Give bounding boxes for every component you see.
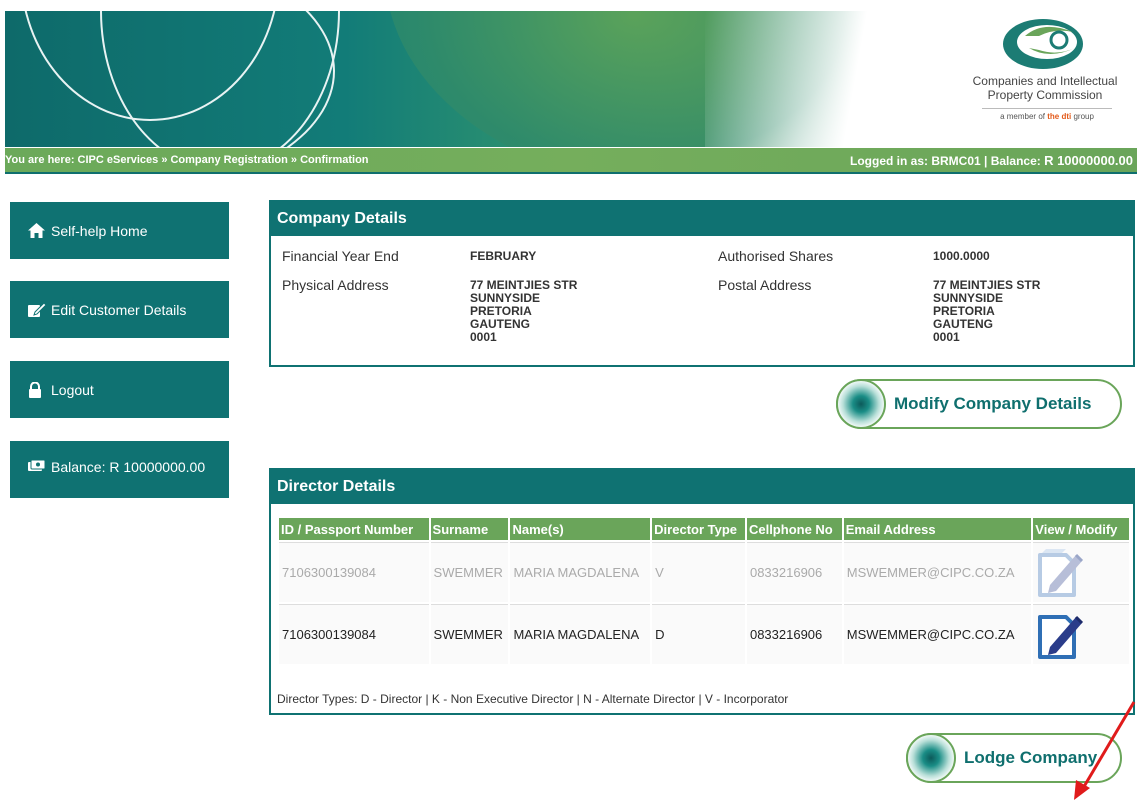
director-type-cell: V — [652, 542, 745, 602]
view-modify-cell — [1033, 604, 1129, 664]
cellphone-cell: 0833216906 — [746, 604, 842, 664]
edit-icon — [28, 301, 48, 318]
cipc-logo[interactable]: Companies and Intellectual Property Comm… — [960, 14, 1130, 144]
director-details-title: Director Details — [271, 470, 1133, 504]
column-header[interactable]: Surname — [430, 518, 509, 540]
divider — [5, 172, 1137, 174]
money-icon — [28, 459, 48, 473]
logo-text-line2: Property Commission — [987, 88, 1103, 102]
column-header[interactable]: Email Address — [843, 518, 1032, 540]
breadcrumb-bar: You are here: CIPC eServices » Company R… — [5, 148, 1137, 174]
edit-customer-details-button[interactable]: Edit Customer Details — [10, 281, 229, 338]
names-cell: MARIA MAGDALENA — [510, 604, 651, 664]
surname-cell: SWEMMER — [430, 542, 509, 602]
logout-button[interactable]: Logout — [10, 361, 229, 418]
self-help-home-label: Self-help Home — [51, 222, 148, 239]
annotation-arrow-icon — [1074, 701, 1136, 800]
breadcrumb[interactable]: You are here: CIPC eServices » Company R… — [5, 154, 369, 166]
physical-address-label: Physical Address — [282, 277, 389, 293]
financial-year-end-value: FEBRUARY — [470, 249, 537, 263]
balance-button[interactable]: Balance: R 10000000.00 — [10, 441, 229, 498]
financial-year-end-label: Financial Year End — [282, 248, 399, 264]
column-header[interactable]: View / Modify — [1033, 518, 1129, 540]
cellphone-cell: 0833216906 — [746, 542, 842, 602]
self-help-home-button[interactable]: Self-help Home — [10, 202, 229, 259]
postal-address-label: Postal Address — [718, 277, 812, 293]
table-row: 7106300139084 SWEMMER MARIA MAGDALENA D … — [279, 604, 1129, 664]
names-cell: MARIA MAGDALENA — [510, 542, 651, 602]
button-orb-icon — [906, 733, 956, 783]
logo-text-line1: Companies and Intellectual — [972, 74, 1118, 88]
email-cell: MSWEMMER@CIPC.CO.ZA — [843, 542, 1032, 602]
authorised-shares-value: 1000.0000 — [933, 249, 990, 263]
cipc-logo-icon — [1003, 19, 1083, 69]
edit-document-icon[interactable] — [1036, 543, 1086, 599]
column-header[interactable]: ID / Passport Number — [279, 518, 429, 540]
id-cell: 7106300139084 — [279, 542, 429, 602]
email-cell: MSWEMMER@CIPC.CO.ZA — [843, 604, 1032, 664]
column-header[interactable]: Director Type — [652, 518, 745, 540]
view-modify-cell — [1033, 542, 1129, 602]
home-icon — [28, 223, 48, 238]
physical-address-value: 77 MEINTJIES STR SUNNYSIDE PRETORIA GAUT… — [470, 278, 578, 344]
company-details-panel: Company Details Financial Year End FEBRU… — [269, 200, 1135, 367]
edit-customer-details-label: Edit Customer Details — [51, 301, 187, 318]
button-orb-icon — [836, 379, 886, 429]
edit-document-icon[interactable] — [1036, 605, 1086, 661]
director-type-cell: D — [652, 604, 745, 664]
id-cell: 7106300139084 — [279, 604, 429, 664]
table-header-row: ID / Passport Number Surname Name(s) Dir… — [279, 518, 1129, 540]
postal-address-value: 77 MEINTJIES STR SUNNYSIDE PRETORIA GAUT… — [933, 278, 1041, 344]
company-details-title: Company Details — [271, 202, 1133, 236]
authorised-shares-label: Authorised Shares — [718, 248, 834, 264]
login-status: Logged in as: BRMC01 | Balance: R 100000… — [850, 153, 1133, 168]
lock-icon — [28, 381, 48, 398]
logo-member-text: a member of the dti group — [982, 108, 1112, 121]
director-table: ID / Passport Number Surname Name(s) Dir… — [277, 516, 1131, 666]
balance-label: Balance: R 10000000.00 — [51, 459, 206, 475]
director-details-panel: Director Details ID / Passport Number Su… — [269, 468, 1135, 715]
surname-cell: SWEMMER — [430, 604, 509, 664]
column-header[interactable]: Name(s) — [510, 518, 651, 540]
table-row: 7106300139084 SWEMMER MARIA MAGDALENA V … — [279, 542, 1129, 602]
director-types-legend: Director Types: D - Director | K - Non E… — [277, 692, 789, 706]
modify-company-details-label: Modify Company Details — [894, 394, 1092, 413]
column-header[interactable]: Cellphone No — [746, 518, 842, 540]
logout-label: Logout — [51, 381, 94, 398]
modify-company-details-button[interactable]: Modify Company Details — [836, 379, 1122, 429]
